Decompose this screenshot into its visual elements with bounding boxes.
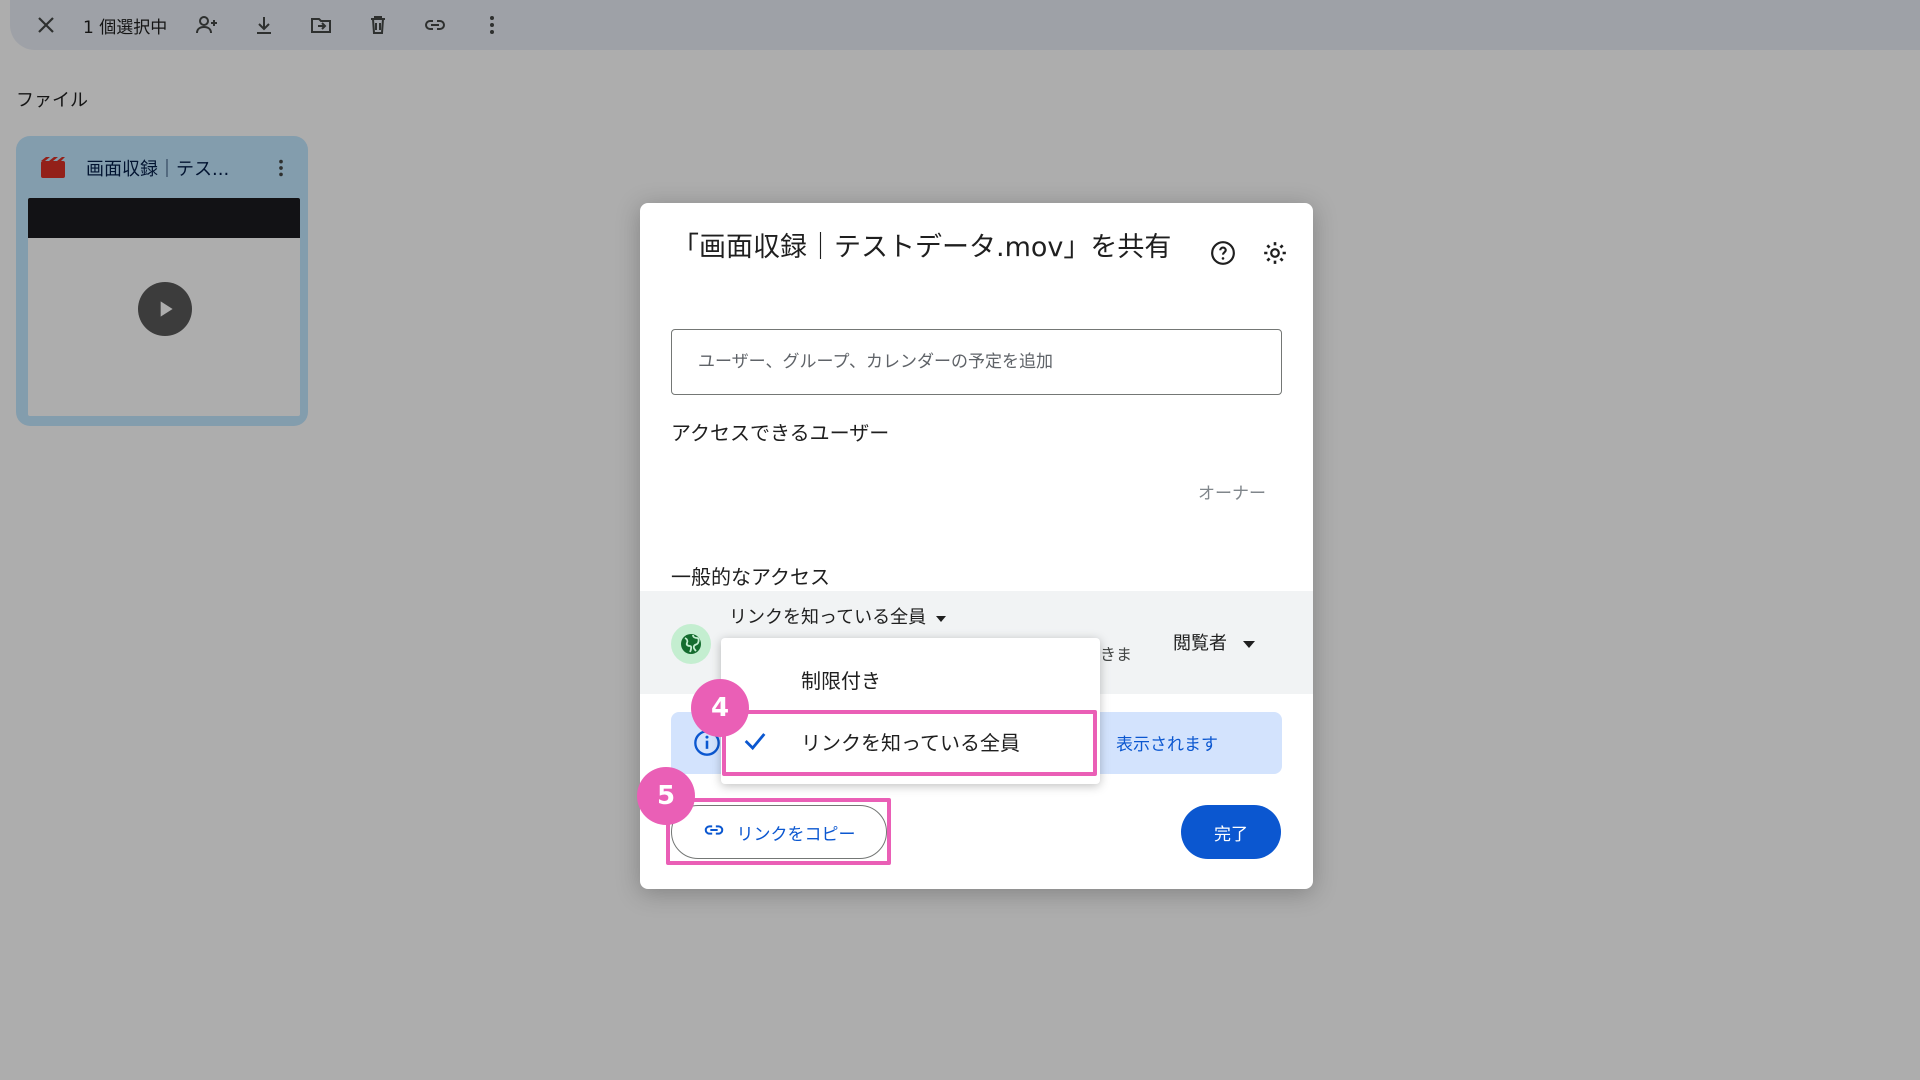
settings-gear-icon[interactable] (1259, 237, 1291, 269)
check-icon (741, 727, 785, 755)
menu-item-restricted[interactable]: 制限付き (721, 650, 1100, 708)
add-people-input[interactable] (671, 329, 1282, 395)
share-dialog: 「画面収録｜テストデータ.mov」を共有 アクセスできるユーザー オーナー 一般… (640, 203, 1313, 889)
dropdown-arrow-icon (936, 606, 947, 627)
role-dropdown-arrow-icon (1243, 632, 1255, 653)
step4-badge: 4 (691, 679, 749, 737)
copy-link-label: リンクをコピー (736, 824, 856, 845)
role-value: 閲覧者 (1173, 633, 1227, 654)
menu-item-label: 制限付き (801, 668, 881, 693)
role-dropdown[interactable]: 閲覧者 (1173, 629, 1255, 655)
general-access-value: リンクを知っている全員 (729, 607, 927, 628)
menu-item-label: リンクを知っている全員 (801, 730, 1020, 755)
general-access-dropdown[interactable]: リンクを知っている全員 (729, 603, 947, 629)
copy-link-button[interactable]: リンクをコピー (671, 805, 887, 859)
globe-icon (671, 624, 711, 664)
info-banner-text: 表示されます (1116, 735, 1218, 755)
people-with-access-title: アクセスできるユーザー (671, 421, 890, 445)
menu-item-anyone-with-link[interactable]: リンクを知っている全員 (721, 712, 1100, 770)
link-icon (703, 819, 725, 846)
dialog-title: 「画面収録｜テストデータ.mov」を共有 (672, 232, 1172, 263)
general-access-menu: 制限付き リンクを知っている全員 (721, 638, 1100, 784)
help-icon[interactable] (1207, 237, 1239, 269)
done-button[interactable]: 完了 (1181, 805, 1281, 859)
step5-badge: 5 (637, 767, 695, 825)
general-access-description: きま (1100, 645, 1133, 664)
owner-label: オーナー (1198, 484, 1266, 504)
general-access-title: 一般的なアクセス (671, 565, 830, 589)
